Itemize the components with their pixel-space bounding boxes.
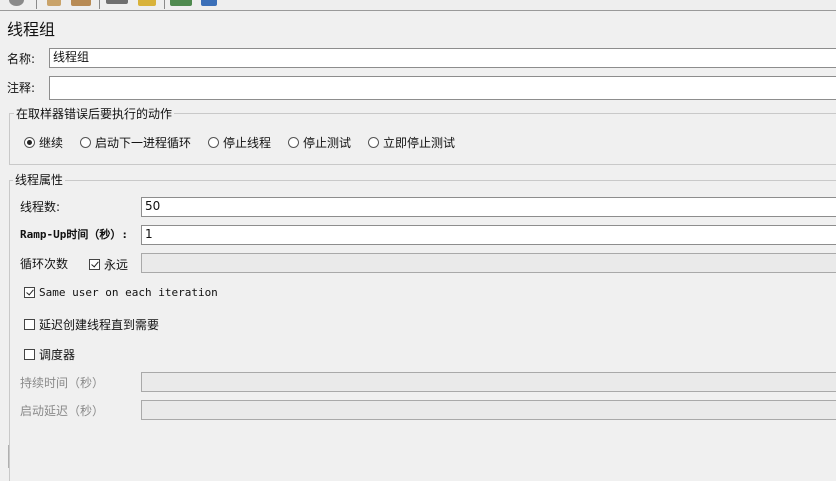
toolbar-icon-4[interactable] (106, 0, 128, 4)
loop-count-label: 循环次数 (20, 257, 69, 271)
toolbar-icon-5[interactable] (138, 0, 156, 6)
page-title: 线程组 (7, 20, 56, 39)
startup-delay-label: 启动延迟（秒） (20, 404, 105, 418)
checkbox-checked-icon (24, 287, 35, 298)
loop-count-input[interactable] (141, 253, 836, 273)
radio-stop-thread-label: 停止线程 (223, 136, 272, 150)
scheduler-checkbox[interactable]: 调度器 (24, 346, 75, 363)
toolbar-separator (36, 0, 37, 9)
toolbar (0, 0, 836, 11)
radio-icon (208, 137, 219, 148)
toolbar-icon-1[interactable] (9, 0, 24, 6)
duration-input[interactable] (141, 372, 836, 392)
radio-start-next-loop-label: 启动下一进程循环 (95, 136, 192, 150)
radio-continue[interactable]: 继续 (24, 134, 63, 151)
checkbox-icon (24, 319, 35, 330)
num-threads-input[interactable]: 50 (141, 197, 836, 217)
checkbox-icon (24, 349, 35, 360)
duration-label: 持续时间（秒） (20, 376, 105, 390)
toolbar-icon-7[interactable] (201, 0, 217, 6)
toolbar-separator (164, 0, 165, 9)
radio-icon (288, 137, 299, 148)
toolbar-icon-3[interactable] (71, 0, 91, 6)
delay-thread-creation-label: 延迟创建线程直到需要 (39, 318, 160, 332)
radio-stop-thread[interactable]: 停止线程 (208, 134, 271, 151)
name-input[interactable]: 线程组 (49, 48, 836, 68)
radio-icon (368, 137, 379, 148)
radio-stop-test-now[interactable]: 立即停止测试 (368, 134, 455, 151)
comment-label: 注释: (7, 81, 36, 95)
ramp-up-label: Ramp-Up时间（秒）: (20, 228, 128, 241)
radio-stop-test-now-label: 立即停止测试 (383, 136, 456, 150)
radio-stop-test-label: 停止测试 (303, 136, 352, 150)
same-user-label: Same user on each iteration (39, 286, 218, 299)
toolbar-icon-2[interactable] (47, 0, 61, 6)
toolbar-icon-6[interactable] (170, 0, 192, 6)
name-label: 名称: (7, 52, 36, 66)
same-user-checkbox[interactable]: Same user on each iteration (24, 286, 218, 299)
error-action-title: 在取样器错误后要执行的动作 (14, 106, 175, 122)
radio-stop-test[interactable]: 停止测试 (288, 134, 351, 151)
radio-icon (80, 137, 91, 148)
comment-input[interactable] (49, 76, 836, 100)
radio-continue-label: 继续 (39, 136, 64, 150)
radio-selected-icon (24, 137, 35, 148)
startup-delay-input[interactable] (141, 400, 836, 420)
scheduler-label: 调度器 (39, 348, 76, 362)
ramp-up-input[interactable]: 1 (141, 225, 836, 245)
toolbar-separator (99, 0, 100, 9)
thread-properties-title: 线程属性 (13, 172, 66, 188)
checkbox-checked-icon (89, 259, 100, 270)
delay-thread-creation-checkbox[interactable]: 延迟创建线程直到需要 (24, 316, 159, 333)
num-threads-label: 线程数: (20, 200, 61, 214)
forever-checkbox[interactable]: 永远 (89, 256, 128, 273)
radio-start-next-loop[interactable]: 启动下一进程循环 (80, 134, 191, 151)
forever-label: 永远 (104, 258, 129, 272)
